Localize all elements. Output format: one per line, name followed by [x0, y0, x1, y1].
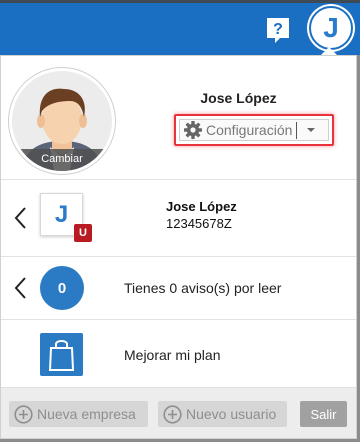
avatar-initial: J: [323, 12, 339, 43]
top-bar: ? J: [0, 0, 360, 55]
logout-label: Salir: [310, 406, 337, 422]
new-company-label: Nueva empresa: [37, 406, 136, 422]
profile-name: Jose López: [200, 90, 277, 106]
chevron-left-icon[interactable]: [13, 276, 27, 300]
new-company-button[interactable]: Nueva empresa: [9, 401, 148, 427]
menu-footer: Nueva empresa Nuevo usuario Salir: [1, 387, 356, 438]
settings-dropdown[interactable]: Configuración: [179, 119, 329, 141]
account-initial: J: [54, 200, 69, 228]
chevron-down-icon: [307, 128, 316, 132]
change-photo-label: Cambiar: [12, 149, 112, 171]
plus-circle-icon: [163, 404, 182, 424]
question-chat-icon: ?: [267, 18, 289, 43]
chevron-left-icon[interactable]: [13, 206, 27, 230]
logout-button[interactable]: Salir: [300, 401, 347, 427]
shopping-bag-icon: [48, 340, 75, 371]
notices-text: Tienes 0 aviso(s) por leer: [124, 280, 282, 296]
new-user-label: Nuevo usuario: [186, 406, 277, 422]
gear-icon: [184, 121, 202, 139]
new-user-button[interactable]: Nuevo usuario: [158, 401, 287, 427]
plan-icon-box: [40, 333, 83, 376]
notices-count-badge: 0: [40, 266, 84, 310]
account-id: 12345678Z: [166, 216, 232, 231]
help-button[interactable]: ?: [265, 16, 291, 44]
notices-count: 0: [57, 279, 67, 297]
account-row[interactable]: J U Jose López 12345678Z: [1, 179, 356, 256]
profile-section: Cambiar Jose López Configuración: [1, 56, 356, 179]
plus-circle-icon: [14, 404, 33, 424]
upgrade-plan-label: Mejorar mi plan: [124, 347, 221, 363]
user-avatar-button[interactable]: J: [309, 6, 353, 50]
upgrade-plan-row[interactable]: Mejorar mi plan: [1, 319, 356, 387]
account-name: Jose López: [166, 199, 237, 214]
page: ? J Cambiar Jose López Configuración J U…: [0, 0, 360, 442]
user-menu-panel: Cambiar Jose López Configuración J U Jos…: [0, 55, 357, 439]
profile-photo[interactable]: Cambiar: [9, 68, 115, 174]
text-cursor: [296, 121, 298, 139]
user-type-badge: U: [74, 224, 92, 242]
settings-label: Configuración: [206, 122, 293, 138]
notices-row[interactable]: 0 Tienes 0 aviso(s) por leer: [1, 256, 356, 319]
svg-text:?: ?: [273, 21, 283, 38]
settings-highlight: Configuración: [174, 114, 334, 146]
